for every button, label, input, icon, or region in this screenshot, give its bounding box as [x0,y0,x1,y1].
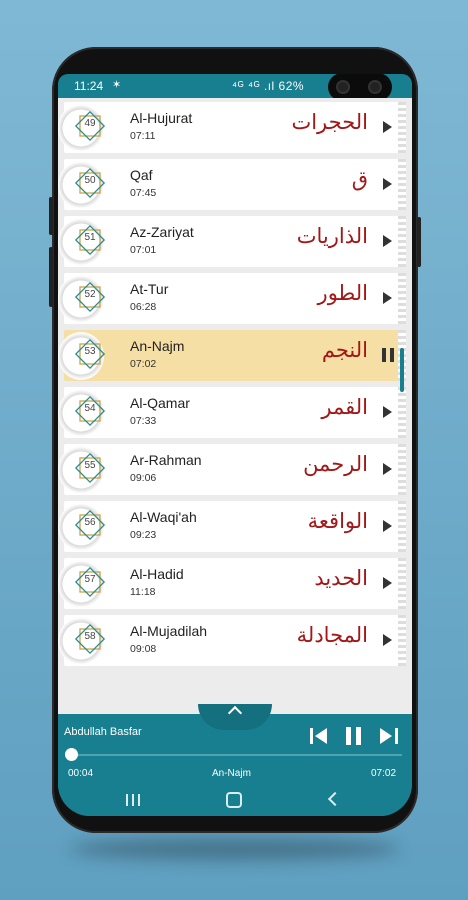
surah-number: 53 [84,346,96,357]
surah-row[interactable]: 50 Qaf 07:45 ق [58,159,406,210]
play-icon[interactable] [383,520,392,532]
surah-list[interactable]: 49 Al-Hujurat 07:11 الحجرات 50 Qaf 07:45 ق 51 Az-… [58,98,412,714]
status-indicators: ⁴ᴳ ⁴ᴳ .ıl 62% [232,79,305,93]
status-time: 11:24 [74,79,104,93]
play-icon[interactable] [383,577,392,589]
recents-icon[interactable] [126,794,140,806]
skip-next-icon[interactable] [378,726,398,746]
power-button [417,217,421,267]
surah-name: Al-Mujadilah [130,623,208,639]
pause-icon[interactable] [344,726,364,746]
surah-name: Al-Waqi'ah [130,509,197,525]
surah-number: 51 [84,232,96,243]
row-ornament [398,273,406,324]
surah-row[interactable]: 54 Al-Qamar 07:33 القمر [58,387,406,438]
surah-number: 54 [84,403,96,414]
row-ornament [398,615,406,666]
surah-number: 58 [84,631,96,642]
system-nav-bar [58,786,412,816]
surah-duration: 11:18 [130,586,156,598]
now-playing-title: An-Najm [212,768,251,779]
surah-name: Qaf [130,167,153,183]
surah-arabic-name: الحديد [314,566,368,590]
volume-button [49,197,53,235]
app-screen: 11:24 ✶ ⁴ᴳ ⁴ᴳ .ıl 62% 49 Al-Hujurat 07:11 ا… [58,74,412,816]
surah-duration: 07:33 [130,415,157,427]
surah-duration: 09:06 [130,472,157,484]
row-ornament [398,102,406,153]
surah-name: Az-Zariyat [130,224,194,240]
surah-duration: 07:02 [130,358,157,370]
reciter-name: Abdullah Basfar [64,726,142,738]
skip-previous-icon[interactable] [310,726,330,746]
surah-arabic-name: ق [351,167,368,191]
surah-number: 52 [84,289,96,300]
surah-arabic-name: القمر [321,395,368,419]
camera-cutout [328,74,392,101]
surah-row[interactable]: 58 Al-Mujadilah 09:08 المجادلة [58,615,406,666]
surah-name: At-Tur [130,281,169,297]
play-icon[interactable] [383,235,392,247]
surah-row[interactable]: 55 Ar-Rahman 09:06 الرحمن [58,444,406,495]
row-ornament [398,501,406,552]
surah-name: Al-Qamar [130,395,190,411]
surah-name: An-Najm [130,338,185,354]
surah-row[interactable]: 57 Al-Hadid 11:18 الحديد [58,558,406,609]
star-icon: ✶ [112,79,122,91]
surah-number: 49 [84,118,96,129]
back-icon[interactable] [327,791,343,807]
play-icon[interactable] [383,292,392,304]
progress-knob[interactable] [65,748,79,761]
progress-track[interactable] [68,754,402,756]
surah-arabic-name: المجادلة [296,623,368,647]
surah-duration: 09:23 [130,529,157,541]
total-time: 07:02 [371,768,397,779]
row-ornament [398,558,406,609]
surah-number: 57 [84,574,96,585]
surah-row[interactable]: 51 Az-Zariyat 07:01 الذاريات [58,216,406,267]
surah-name: Al-Hadid [130,566,184,582]
surah-arabic-name: الطور [317,281,368,305]
surah-duration: 07:45 [130,187,157,199]
surah-duration: 07:01 [130,244,157,256]
surah-row[interactable]: 56 Al-Waqi'ah 09:23 الواقعة [58,501,406,552]
row-ornament [398,387,406,438]
surah-number: 50 [84,175,96,186]
status-bar: 11:24 ✶ ⁴ᴳ ⁴ᴳ .ıl 62% [58,74,412,101]
play-icon[interactable] [383,121,392,133]
row-ornament [398,159,406,210]
bixby-button [49,247,53,307]
surah-arabic-name: النجم [321,338,368,362]
play-icon[interactable] [383,634,392,646]
surah-name: Ar-Rahman [130,452,202,468]
play-icon[interactable] [383,178,392,190]
row-ornament [398,444,406,495]
surah-arabic-name: الحجرات [291,110,368,134]
current-time: 00:04 [68,768,94,779]
row-ornament [398,216,406,267]
home-icon[interactable] [226,792,242,808]
surah-duration: 06:28 [130,301,157,313]
scrollbar-thumb[interactable] [400,348,404,392]
play-icon[interactable] [383,463,392,475]
surah-name: Al-Hujurat [130,110,193,126]
surah-number: 55 [84,460,96,471]
pause-icon[interactable] [382,348,394,362]
surah-duration: 09:08 [130,643,157,655]
surah-number: 56 [84,517,96,528]
phone-frame: 11:24 ✶ ⁴ᴳ ⁴ᴳ .ıl 62% 49 Al-Hujurat 07:11 ا… [49,47,421,833]
surah-arabic-name: الواقعة [307,509,368,533]
surah-row[interactable]: 52 At-Tur 06:28 الطور [58,273,406,324]
surah-row[interactable]: 49 Al-Hujurat 07:11 الحجرات [58,102,406,153]
surah-duration: 07:11 [130,130,156,142]
surah-arabic-name: الرحمن [303,452,368,476]
surah-row[interactable]: 53 An-Najm 07:02 النجم [58,330,406,381]
audio-player: Abdullah Basfar 00:04 An-Najm 07:02 [58,704,412,786]
play-icon[interactable] [383,406,392,418]
surah-arabic-name: الذاريات [296,224,368,248]
